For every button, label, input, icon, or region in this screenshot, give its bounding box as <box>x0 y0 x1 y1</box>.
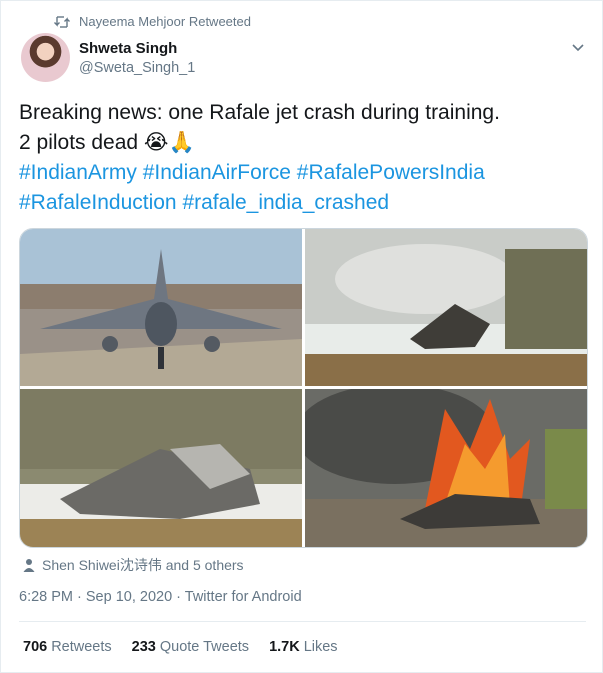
divider <box>19 621 586 622</box>
crash-site-photo[interactable] <box>305 229 587 386</box>
tweet-timestamp[interactable]: 6:28 PM · Sep 10, 2020 · Twitter for And… <box>19 589 302 605</box>
quote-tweets-count: 233 <box>131 639 156 655</box>
tweet-text-line: 2 pilots dead 😭🙏 <box>19 131 195 154</box>
hashtag-line[interactable]: #IndianArmy #IndianAirForce #RafalePower… <box>19 158 589 188</box>
person-icon <box>23 559 35 572</box>
retweets-count: 706 <box>23 639 48 655</box>
burning-wreckage-photo[interactable] <box>305 389 587 547</box>
retweets-stat[interactable]: 706 Retweets <box>23 639 112 655</box>
wreckage-photo[interactable] <box>20 389 302 547</box>
author-handle[interactable]: @Sweta_Singh_1 <box>79 60 195 76</box>
tweet-text: Breaking news: one Rafale jet crash duri… <box>19 98 589 218</box>
liked-by[interactable]: Shen Shiwei沈诗伟 and 5 others <box>23 555 244 575</box>
chevron-down-icon[interactable] <box>570 39 586 55</box>
avatar[interactable] <box>21 33 70 82</box>
retweets-label: Retweets <box>51 639 112 655</box>
rafale-jet-photo[interactable] <box>20 229 302 386</box>
likes-count: 1.7K <box>269 639 300 655</box>
retweet-icon <box>54 15 70 28</box>
engagement-stats: 706 Retweets 233 Quote Tweets 1.7K Likes <box>23 639 338 655</box>
retweet-banner-text: Nayeema Mehjoor Retweeted <box>79 14 251 29</box>
author-name[interactable]: Shweta Singh <box>79 40 177 57</box>
quote-tweets-label: Quote Tweets <box>159 639 250 655</box>
likes-stat[interactable]: 1.7K Likes <box>269 639 338 655</box>
quote-tweets-stat[interactable]: 233 Quote Tweets <box>132 639 249 655</box>
tweet-card: Nayeema Mehjoor Retweeted Shweta Singh @… <box>0 0 603 673</box>
likes-label: Likes <box>303 639 338 655</box>
retweet-banner[interactable]: Nayeema Mehjoor Retweeted <box>53 14 251 29</box>
liked-by-text: Shen Shiwei沈诗伟 and 5 others <box>42 557 244 573</box>
media-grid <box>19 228 588 548</box>
hashtag-line[interactable]: #RafaleInduction #rafale_india_crashed <box>19 188 589 218</box>
tweet-text-line: Breaking news: one Rafale jet crash duri… <box>19 101 500 124</box>
